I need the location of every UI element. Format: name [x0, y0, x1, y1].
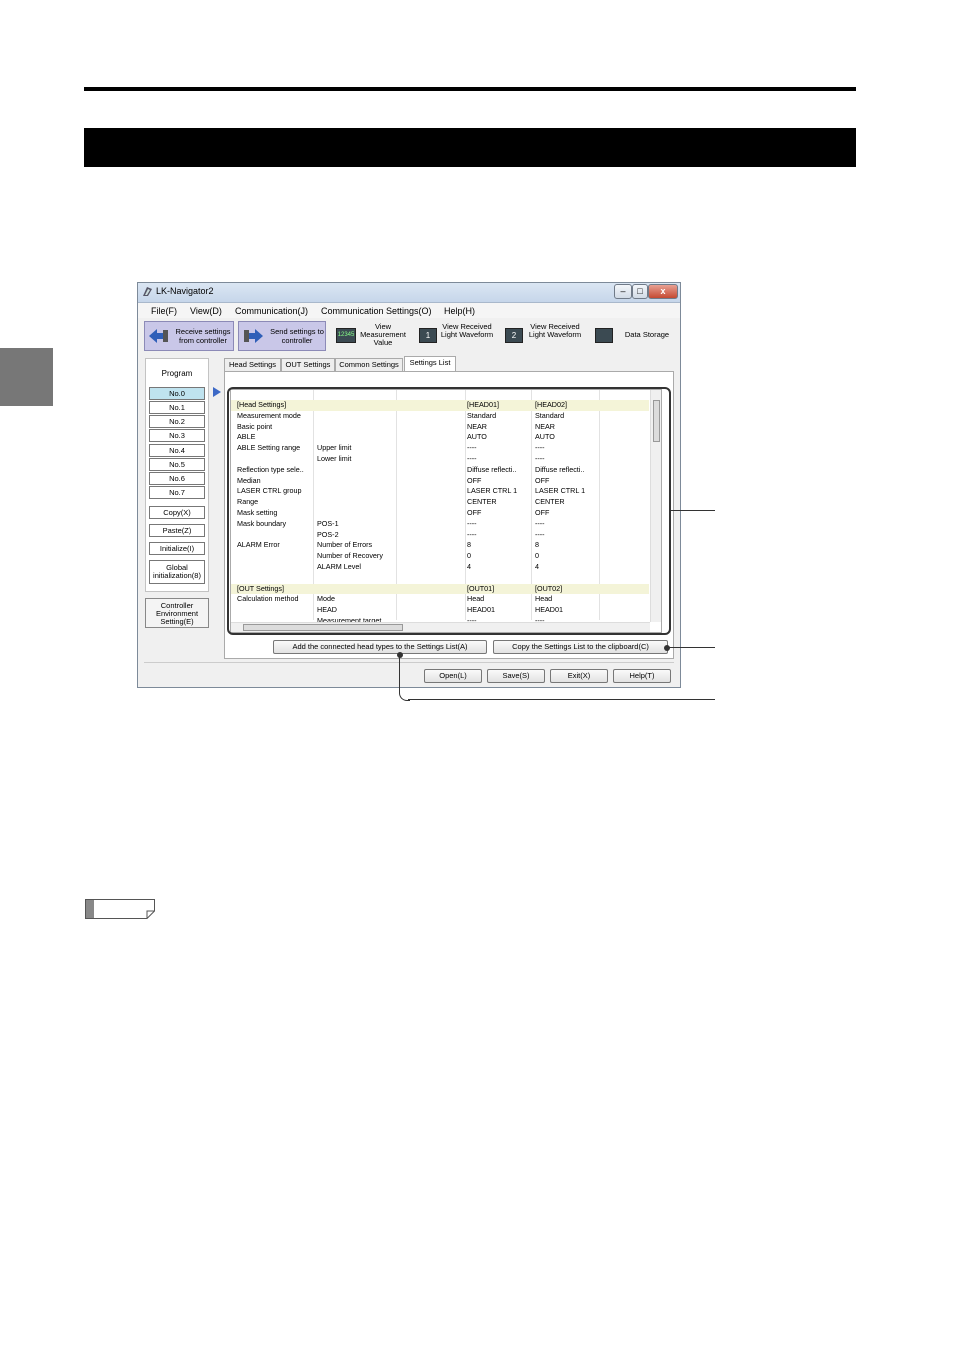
callout-line-settings-list: [671, 510, 715, 511]
view-measurement-label[interactable]: View Measurement Value: [358, 323, 408, 347]
top-rule: [84, 87, 856, 91]
window-titlebar: LK-Navigator2 – □ x: [138, 283, 680, 303]
minimize-button[interactable]: –: [614, 284, 632, 299]
menu-help[interactable]: Help(H): [444, 306, 475, 316]
selected-program-arrow-icon: [213, 387, 221, 397]
data-storage-icon[interactable]: [595, 328, 613, 343]
section-title-bar: [84, 128, 856, 167]
send-arrow-icon: [244, 329, 263, 343]
program-item[interactable]: No.2: [149, 415, 205, 428]
program-item[interactable]: No.1: [149, 401, 205, 414]
program-item[interactable]: No.0: [149, 387, 205, 400]
menu-communication-settings[interactable]: Communication Settings(O): [321, 306, 432, 316]
app-logo-icon: [143, 287, 152, 296]
copy-to-clipboard-button[interactable]: Copy the Settings List to the clipboard(…: [493, 640, 668, 654]
save-button[interactable]: Save(S): [487, 669, 545, 683]
tab-settings-list[interactable]: Settings List: [404, 356, 456, 371]
chapter-side-tab: [0, 348, 53, 406]
program-item[interactable]: No.5: [149, 458, 205, 471]
waveform-1-icon[interactable]: 1: [419, 328, 437, 343]
program-item[interactable]: No.3: [149, 429, 205, 442]
global-initialization-button[interactable]: Global initialization(8): [149, 560, 205, 584]
help-button[interactable]: Help(T): [613, 669, 671, 683]
receive-arrow-icon: [149, 329, 168, 343]
callout-line-add-button: [399, 655, 410, 701]
waveform-2-icon[interactable]: 2: [505, 328, 523, 343]
paste-button[interactable]: Paste(Z): [149, 524, 205, 537]
menu-communication[interactable]: Communication(J): [235, 306, 308, 316]
view-waveform-1-label[interactable]: View Received Light Waveform: [438, 323, 496, 339]
receive-settings-label: Receive settings from controller: [175, 327, 231, 345]
maximize-button[interactable]: □: [632, 284, 648, 299]
tab-common-settings[interactable]: Common Settings: [335, 358, 403, 371]
view-waveform-2-label[interactable]: View Received Light Waveform: [526, 323, 584, 339]
program-label: Program: [161, 369, 193, 378]
program-item[interactable]: No.4: [149, 444, 205, 457]
note-badge-icon: [85, 899, 155, 919]
send-settings-label: Send settings to controller: [270, 327, 324, 345]
copy-button[interactable]: Copy(X): [149, 506, 205, 519]
program-item[interactable]: No.6: [149, 472, 205, 485]
data-storage-label[interactable]: Data Storage: [619, 331, 675, 339]
program-panel: Program No.0 No.1 No.2 No.3 No.4 No.5 No…: [145, 358, 209, 592]
send-settings-button[interactable]: Send settings to controller: [238, 321, 326, 351]
callout-line-add-button-h: [408, 699, 715, 700]
initialize-button[interactable]: Initialize(I): [149, 542, 205, 555]
controller-environment-button[interactable]: Controller Environment Setting(E): [145, 598, 209, 628]
tab-out-settings[interactable]: OUT Settings: [281, 358, 335, 371]
close-button[interactable]: x: [648, 284, 678, 299]
toolbar: Receive settings from controller Send se…: [138, 319, 680, 352]
tab-head-settings[interactable]: Head Settings: [224, 358, 281, 371]
menu-file[interactable]: File(F): [151, 306, 177, 316]
receive-settings-button[interactable]: Receive settings from controller: [144, 321, 234, 351]
callout-line-copy-button: [667, 647, 715, 648]
menu-view[interactable]: View(D): [190, 306, 222, 316]
menu-bar: File(F) View(D) Communication(J) Communi…: [138, 303, 680, 318]
callout-dot-copy-button: [664, 645, 670, 651]
measurement-value-icon[interactable]: 12345: [336, 328, 356, 343]
window-title: LK-Navigator2: [156, 286, 214, 296]
settings-list-callout-box: [227, 387, 671, 635]
program-item[interactable]: No.7: [149, 486, 205, 499]
exit-button[interactable]: Exit(X): [550, 669, 608, 683]
add-head-types-button[interactable]: Add the connected head types to the Sett…: [273, 640, 487, 654]
open-button[interactable]: Open(L): [424, 669, 482, 683]
